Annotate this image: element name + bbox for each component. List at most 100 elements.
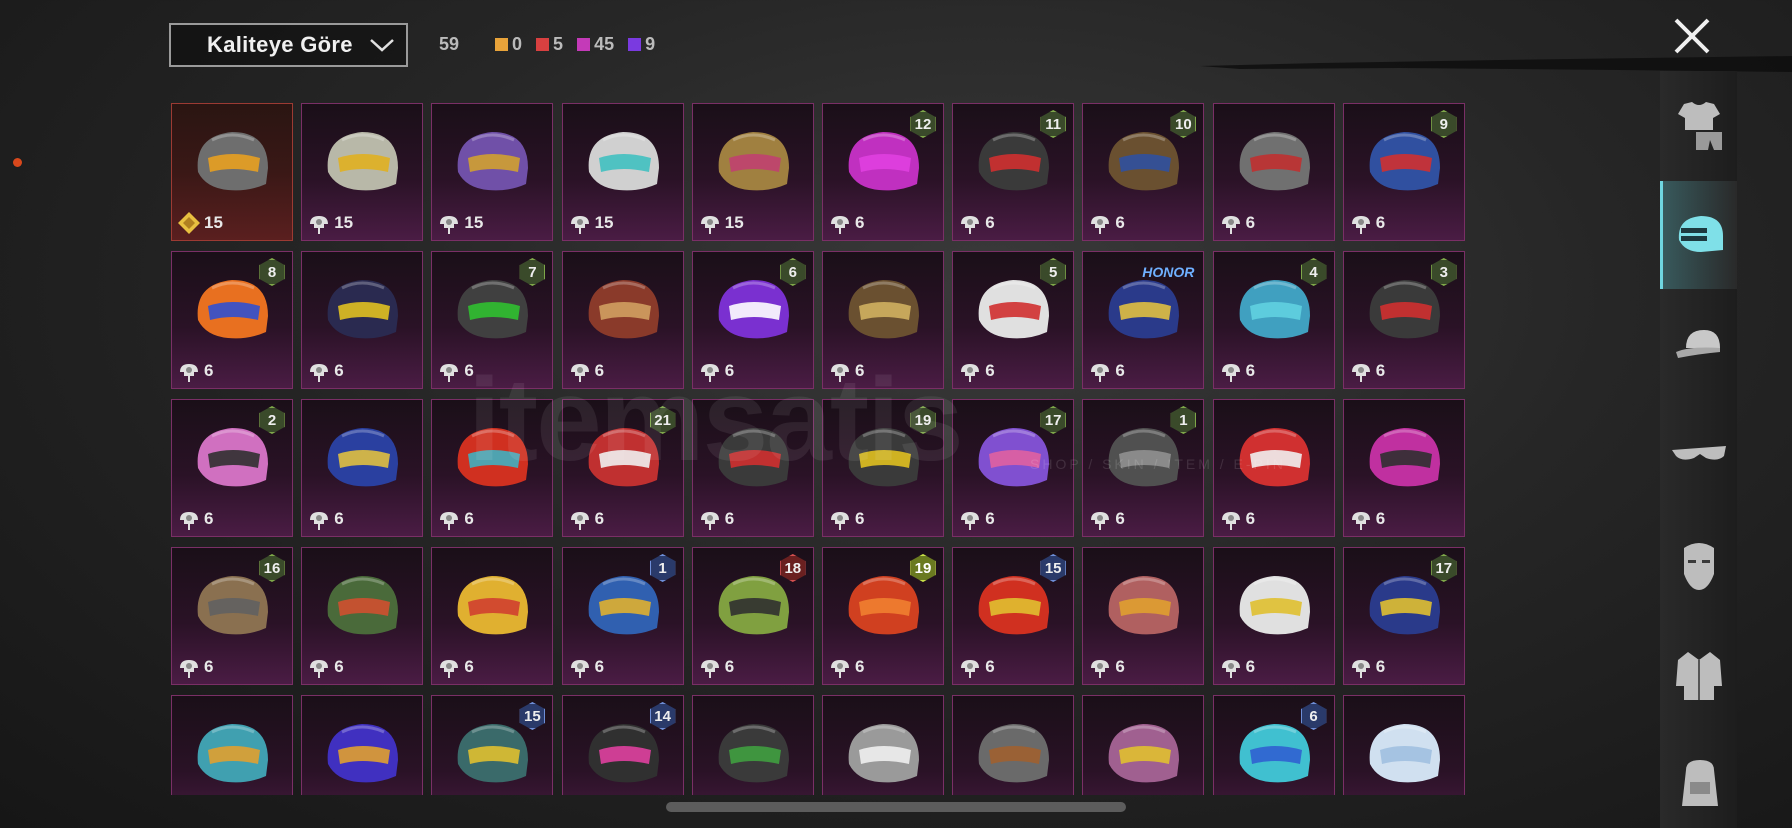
classic-crate-icon	[961, 660, 980, 678]
helmet-item[interactable]	[1342, 695, 1465, 795]
helmet-item[interactable]: 6	[431, 547, 554, 685]
classic-crate-icon	[310, 660, 329, 678]
classic-crate-icon	[570, 660, 589, 678]
item-cost-value: 6	[1375, 361, 1386, 380]
item-cost-value: 6	[985, 657, 995, 676]
helmet-item[interactable]: 56	[952, 251, 1075, 389]
helmet-image	[458, 576, 529, 635]
item-cost: 6	[957, 210, 995, 236]
item-cost-value: 6	[594, 509, 605, 528]
helmet-item[interactable]: 15	[301, 103, 424, 241]
item-cost: 6	[306, 358, 344, 384]
item-cost: 6	[567, 654, 604, 680]
sort-dropdown[interactable]: Kaliteye Göre	[169, 23, 408, 67]
item-cost-value: 6	[1245, 213, 1256, 232]
sidebar-item-cap[interactable]	[1660, 291, 1737, 399]
helmet-item[interactable]: 10 6	[1082, 103, 1205, 241]
helmet-item[interactable]: 17 6	[1342, 547, 1465, 685]
item-cost: 6	[1218, 506, 1255, 532]
item-cost: 6	[436, 654, 474, 680]
item-cost: 6	[436, 506, 474, 532]
glasses-icon	[1671, 446, 1726, 460]
horizontal-scrollbar[interactable]	[666, 802, 1126, 812]
helmet-item[interactable]: 46	[1212, 251, 1335, 389]
classic-crate-icon	[1091, 364, 1110, 382]
item-cost-value: 6	[1245, 361, 1256, 380]
sidebar-item-jacket[interactable]	[1660, 621, 1737, 729]
helmet-item[interactable]: 36	[1342, 251, 1465, 389]
helmet-item[interactable]: 18 6	[691, 547, 814, 685]
helmet-image	[1239, 576, 1310, 635]
helmet-item[interactable]: 14	[561, 695, 684, 795]
helmet-item[interactable]: 15	[561, 103, 684, 241]
item-cost: 6	[1087, 506, 1125, 532]
helmet-item[interactable]: 6	[431, 399, 554, 537]
item-cost: 6	[827, 210, 864, 236]
jacket-icon	[1675, 652, 1722, 700]
sidebar-item-face[interactable]	[1660, 511, 1737, 619]
helmet-item[interactable]: 15 6	[952, 547, 1075, 685]
item-cost-value: 6	[985, 213, 995, 232]
helmet-item[interactable]: 6	[822, 251, 944, 389]
helmet-item[interactable]: 15	[431, 103, 554, 241]
helmet-item[interactable]: 15	[431, 695, 554, 795]
helmet-item[interactable]	[952, 695, 1075, 795]
item-cost-value: 15	[204, 213, 223, 232]
helmet-item[interactable]: 6	[1212, 547, 1335, 685]
classic-crate-icon	[700, 512, 719, 530]
close-button[interactable]	[1670, 14, 1714, 58]
classic-crate-icon	[1091, 660, 1110, 678]
sidebar-item-outfit[interactable]	[1660, 71, 1737, 179]
helmet-item[interactable]: 11 6	[952, 103, 1075, 241]
helmet-item[interactable]: 6	[301, 251, 424, 389]
helmet-item[interactable]	[822, 695, 944, 795]
helmet-item[interactable]: 6	[1212, 399, 1335, 537]
helmet-item[interactable]: 6	[1212, 103, 1335, 241]
helmet-item[interactable]: 16	[561, 547, 684, 685]
helmet-item[interactable]: 12 6	[822, 103, 944, 241]
helmet-item[interactable]: 15	[171, 103, 293, 241]
item-cost: 6	[1087, 654, 1125, 680]
item-cost-value: 6	[204, 657, 214, 676]
classic-crate-icon	[180, 512, 198, 530]
helmet-item[interactable]: 76	[431, 251, 554, 389]
helmet-item[interactable]: 6	[561, 251, 684, 389]
sidebar-item-helmet[interactable]	[1660, 181, 1737, 289]
classic-crate-icon	[1351, 364, 1370, 382]
item-cost: 6	[1218, 210, 1255, 236]
item-cost: 6	[1348, 210, 1385, 236]
helmet-item[interactable]: 15	[691, 103, 814, 241]
helmet-item[interactable]: 6	[1342, 399, 1465, 537]
helmet-item[interactable]: 16 6	[171, 547, 293, 685]
helmet-item[interactable]: 26	[171, 399, 293, 537]
item-cost: 6	[176, 358, 213, 384]
helmet-item[interactable]: 19 6	[822, 399, 944, 537]
helmet-item[interactable]	[1082, 695, 1205, 795]
sidebar-item-backpack[interactable]	[1660, 731, 1737, 828]
helmet-item[interactable]: 96	[1342, 103, 1465, 241]
helmet-item[interactable]	[691, 695, 814, 795]
helmet-image	[848, 280, 919, 339]
helmet-item[interactable]: 66	[691, 251, 814, 389]
helmet-item[interactable]: 86	[171, 251, 293, 389]
item-cost: 6	[1348, 654, 1385, 680]
item-cost: 6	[567, 506, 604, 532]
helmet-item[interactable]: 21 6	[561, 399, 684, 537]
helmet-item[interactable]: 6	[301, 399, 424, 537]
item-cost: 6	[957, 506, 995, 532]
helmet-item[interactable]	[171, 695, 293, 795]
helmet-item[interactable]: HONOR 6	[1082, 251, 1205, 389]
sidebar-item-glasses[interactable]	[1660, 401, 1737, 509]
helmet-item[interactable]: 19 6	[822, 547, 944, 685]
item-cost-value: 6	[204, 361, 214, 380]
helmet-item[interactable]: 6	[301, 547, 424, 685]
helmet-item[interactable]: 6	[1212, 695, 1335, 795]
helmet-item[interactable]: 17 6	[952, 399, 1075, 537]
item-cost: 6	[827, 654, 864, 680]
helmet-item[interactable]	[301, 695, 424, 795]
helmet-item[interactable]: 6	[1082, 547, 1205, 685]
helmet-item[interactable]: 16	[1082, 399, 1205, 537]
helmet-item[interactable]: 6	[691, 399, 814, 537]
classic-crate-icon	[831, 216, 849, 234]
classic-crate-icon	[180, 660, 198, 678]
